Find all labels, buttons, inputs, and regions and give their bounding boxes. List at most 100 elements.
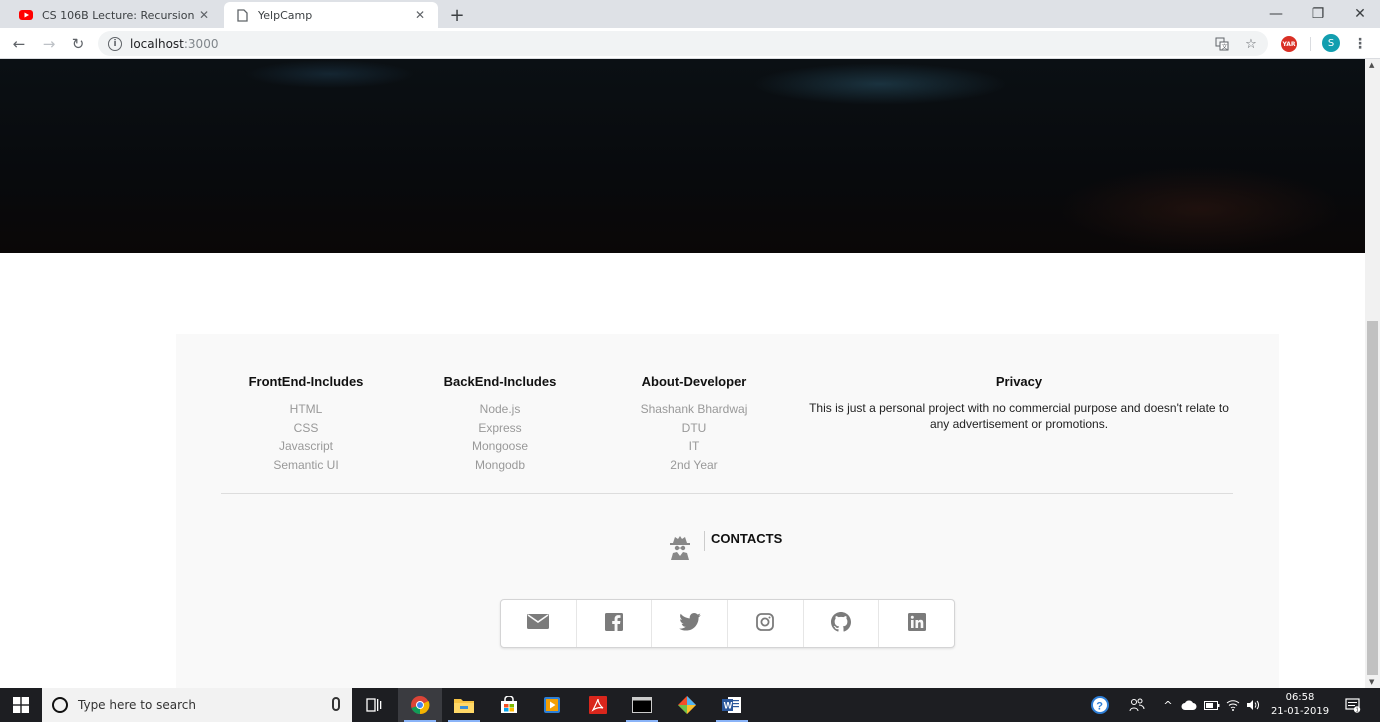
github-button[interactable] (804, 600, 880, 647)
contacts-header: CONTACTS (668, 531, 782, 561)
people-icon[interactable] (1126, 688, 1148, 722)
footer-column-privacy: Privacy This is just a personal project … (800, 374, 1238, 432)
browser-toolbar: ← → ↻ i localhost:3000 文 ☆ YAR S ⋮ (0, 28, 1380, 59)
minimize-button[interactable]: — (1256, 0, 1296, 28)
instagram-icon (756, 612, 775, 635)
page-scrollbar[interactable]: ▲ ▼ (1365, 59, 1380, 688)
profile-avatar[interactable]: S (1322, 34, 1340, 52)
acrobat-icon[interactable] (576, 688, 620, 722)
clock-time: 06:58 (1285, 692, 1315, 703)
footer: FrontEnd-Includes HTML CSS Javascript Se… (176, 334, 1279, 688)
search-placeholder: Type here to search (78, 698, 196, 712)
linkedin-button[interactable] (879, 600, 954, 647)
new-tab-button[interactable]: + (446, 4, 468, 26)
svg-text:1: 1 (1356, 707, 1359, 713)
tab-yelpcamp[interactable]: YelpCamp ✕ (224, 2, 438, 28)
store-icon[interactable] (487, 688, 531, 722)
terminal-icon[interactable] (620, 688, 664, 722)
address-bar[interactable]: i localhost:3000 (98, 31, 1268, 56)
url-host: localhost (130, 36, 184, 51)
task-view-icon[interactable] (352, 688, 396, 722)
list-item: HTML (289, 402, 323, 416)
twitter-icon (678, 612, 701, 635)
forward-icon[interactable]: → (37, 32, 61, 56)
windows-start-icon[interactable] (0, 688, 42, 722)
list-item: DTU (681, 420, 707, 435)
notification-icon[interactable]: 1 (1342, 688, 1364, 722)
close-icon[interactable]: ✕ (196, 7, 212, 23)
list-item: Express (478, 420, 522, 435)
privacy-text: This is just a personal project with no … (809, 401, 1229, 431)
cortana-icon (52, 697, 68, 713)
footer-column-developer: About-Developer Shashank Bhardwaj DTU IT… (614, 374, 774, 474)
scroll-down-icon[interactable]: ▼ (1369, 678, 1374, 686)
tab-title: CS 106B Lecture: Recursion 1 (int (42, 8, 196, 22)
page-viewport: FrontEnd-Includes HTML CSS Javascript Se… (0, 59, 1365, 688)
mail-icon (527, 614, 550, 633)
scroll-up-icon[interactable]: ▲ (1369, 61, 1374, 69)
svg-text:?: ? (1096, 701, 1103, 713)
footer-column-backend: BackEnd-Includes Node.js Express Mongoos… (420, 374, 580, 474)
back-icon[interactable]: ← (7, 32, 31, 56)
volume-icon[interactable] (1244, 688, 1262, 722)
instagram-button[interactable] (728, 600, 804, 647)
list-item: Mongodb (474, 457, 526, 472)
close-window-button[interactable]: ✕ (1340, 0, 1380, 28)
column-heading: Privacy (995, 374, 1043, 389)
list-item: Shashank Bhardwaj (640, 402, 748, 416)
page-icon (234, 7, 250, 23)
svg-text:W: W (724, 701, 733, 711)
maximize-button[interactable]: ❐ (1298, 0, 1338, 28)
github-icon (831, 611, 852, 636)
column-heading: FrontEnd-Includes (248, 374, 364, 389)
list-item: Javascript (278, 439, 334, 453)
media-player-icon[interactable] (530, 688, 574, 722)
menu-icon[interactable]: ⋮ (1350, 34, 1370, 54)
help-icon[interactable]: ? (1088, 688, 1112, 722)
close-icon[interactable]: ✕ (412, 7, 428, 23)
svg-text:文: 文 (1222, 43, 1228, 51)
chevron-up-icon[interactable]: ^ (1160, 688, 1176, 722)
info-icon[interactable]: i (108, 36, 122, 51)
list-item: 2nd Year (670, 457, 718, 472)
url-port: :3000 (183, 36, 219, 51)
hero-image (0, 59, 1365, 253)
toolbar-separator (1310, 37, 1311, 51)
file-explorer-icon[interactable] (442, 688, 486, 722)
windows-taskbar: Type here to search W ? ^ 06:58 21-01-20… (0, 688, 1380, 722)
facebook-button[interactable] (577, 600, 653, 647)
social-links (500, 599, 955, 648)
footer-divider (221, 493, 1233, 494)
reload-icon[interactable]: ↻ (66, 32, 90, 56)
facebook-icon (605, 612, 623, 635)
tab-youtube[interactable]: CS 106B Lecture: Recursion 1 (int ✕ (8, 2, 222, 28)
clock-date: 21-01-2019 (1270, 706, 1330, 717)
list-item: Mongoose (471, 439, 529, 453)
star-icon[interactable]: ☆ (1241, 34, 1261, 54)
column-heading: BackEnd-Includes (443, 374, 557, 389)
tab-title: YelpCamp (258, 8, 313, 22)
list-item: Node.js (479, 402, 521, 416)
user-secret-icon (668, 534, 692, 562)
taskbar-clock[interactable]: 06:58 21-01-2019 (1262, 691, 1338, 719)
browser-chrome: CS 106B Lecture: Recursion 1 (int ✕ Yelp… (0, 0, 1380, 59)
contacts-label: CONTACTS (711, 531, 783, 546)
word-icon[interactable]: W (710, 688, 754, 722)
mail-button[interactable] (501, 600, 577, 647)
column-heading: About-Developer (641, 374, 747, 389)
wifi-icon[interactable] (1224, 688, 1242, 722)
scrollbar-thumb[interactable] (1367, 321, 1378, 675)
list-item: Semantic UI (273, 457, 339, 472)
cloud-icon[interactable] (1180, 688, 1198, 722)
linkedin-icon (907, 612, 926, 635)
battery-icon[interactable] (1203, 688, 1221, 722)
translate-icon[interactable]: 文 (1212, 34, 1232, 54)
extension-icon[interactable]: YAR (1281, 36, 1297, 52)
twitter-button[interactable] (652, 600, 729, 647)
microphone-icon[interactable] (332, 697, 340, 711)
taskbar-search[interactable]: Type here to search (42, 688, 352, 722)
git-kraken-icon[interactable] (665, 688, 709, 722)
list-item: IT (688, 439, 700, 453)
chrome-icon[interactable] (398, 688, 442, 722)
contacts-divider (704, 531, 705, 551)
